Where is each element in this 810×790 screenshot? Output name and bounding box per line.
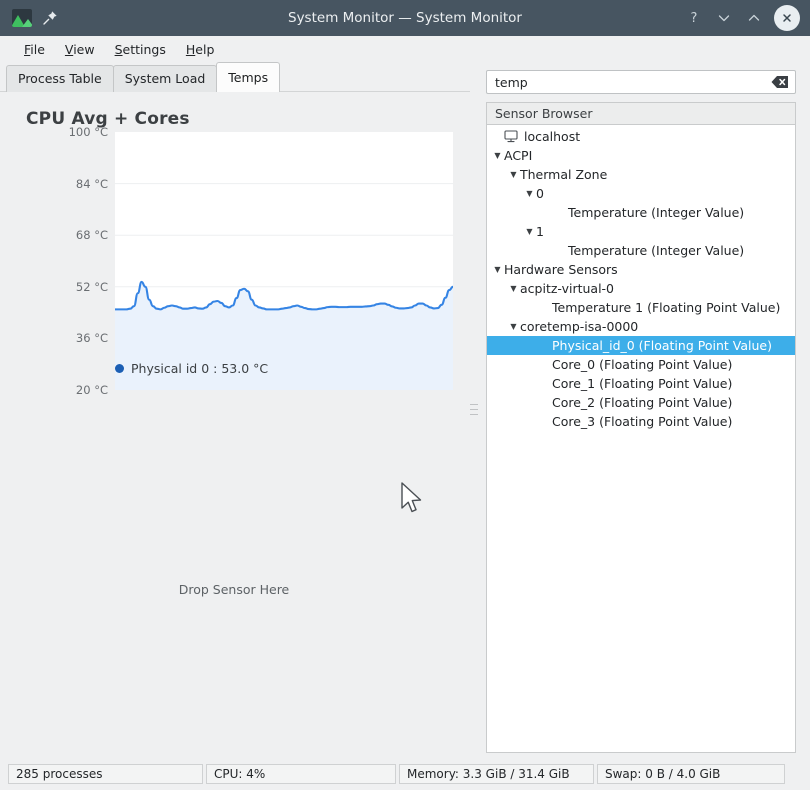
tree-item-label: coretemp-isa-0000 — [520, 319, 639, 334]
tree-item-label: Core_1 (Floating Point Value) — [552, 376, 733, 391]
tree-item-label: 1 — [536, 224, 544, 239]
window-titlebar: System Monitor — System Monitor ? — [0, 0, 810, 37]
tree-item[interactable]: localhost — [487, 127, 795, 146]
chevron-down-icon[interactable]: ▼ — [507, 165, 520, 184]
search-input[interactable] — [487, 72, 770, 92]
clear-icon[interactable] — [770, 74, 790, 90]
pin-icon[interactable] — [42, 10, 58, 26]
tree-item-label: Thermal Zone — [520, 167, 608, 182]
tree-item[interactable]: Core_0 (Floating Point Value) — [487, 355, 795, 374]
chart-app-icon — [12, 9, 32, 27]
tree-item[interactable]: Temperature (Integer Value) — [487, 203, 795, 222]
chart-y-tick: 52 °C — [75, 279, 108, 294]
tree-item-label: Temperature 1 (Floating Point Value) — [552, 300, 781, 315]
chevron-down-icon[interactable]: ▼ — [491, 146, 504, 165]
statusbar: 285 processes CPU: 4% Memory: 3.3 GiB / … — [0, 758, 810, 790]
tree-item-label: Core_0 (Floating Point Value) — [552, 357, 733, 372]
tree-item-label: Temperature (Integer Value) — [568, 243, 745, 258]
menu-help[interactable]: Help — [176, 39, 225, 60]
chevron-down-icon[interactable]: ▼ — [507, 317, 520, 336]
temperature-chart[interactable]: 100 °C 84 °C 68 °C 52 °C 36 °C 20 °C — [0, 125, 468, 420]
sensor-tree[interactable]: localhost ▼ ACPI ▼ Thermal Zone ▼ 0 Temperature… — [486, 124, 796, 753]
tree-item-label: Temperature (Integer Value) — [568, 205, 745, 220]
window-controls: ? — [680, 0, 804, 36]
chevron-down-icon[interactable]: ▼ — [491, 260, 504, 279]
tree-item-label: Hardware Sensors — [504, 262, 618, 277]
chart-y-tick: 84 °C — [75, 176, 108, 191]
status-processes: 285 processes — [8, 764, 203, 784]
menu-settings[interactable]: Settings — [105, 39, 176, 60]
menu-file[interactable]: File — [14, 39, 55, 60]
chart-y-tick: 20 °C — [75, 383, 108, 397]
chart-y-tick: 100 °C — [68, 125, 108, 139]
tree-item-label: acpitz-virtual-0 — [520, 281, 615, 296]
tree-item[interactable]: Temperature 1 (Floating Point Value) — [487, 298, 795, 317]
status-cpu: CPU: 4% — [206, 764, 396, 784]
tree-item-label: Core_2 (Floating Point Value) — [552, 395, 733, 410]
tree-item[interactable]: ▼ acpitz-virtual-0 — [487, 279, 795, 298]
chevron-down-icon[interactable]: ▼ — [523, 222, 536, 241]
help-button[interactable]: ? — [680, 4, 708, 32]
tree-item[interactable]: ▼ coretemp-isa-0000 — [487, 317, 795, 336]
tree-item[interactable]: ▼ Thermal Zone — [487, 165, 795, 184]
chart-y-axis: 100 °C 84 °C 68 °C 52 °C 36 °C 20 °C — [0, 125, 108, 397]
tabbar: Process Table System Load Temps — [6, 62, 476, 92]
tab-temps[interactable]: Temps — [216, 62, 281, 92]
tree-item[interactable]: Core_2 (Floating Point Value) — [487, 393, 795, 412]
system-monitor-window: System Monitor — System Monitor ? File V… — [0, 0, 810, 790]
minimize-button[interactable] — [710, 4, 738, 32]
tree-item-label: Physical_id_0 (Floating Point Value) — [552, 338, 772, 353]
maximize-button[interactable] — [740, 4, 768, 32]
svg-text:?: ? — [691, 11, 698, 26]
sensor-search-box[interactable] — [486, 70, 796, 94]
sensor-browser-panel: Sensor Browser localhost▼ACPI▼Thermal Zo… — [480, 64, 802, 755]
legend-color-dot — [115, 364, 124, 373]
chart-legend: Physical id 0 : 53.0 °C — [115, 361, 268, 376]
splitter-grip[interactable] — [470, 404, 478, 419]
tree-item[interactable]: Core_3 (Floating Point Value) — [487, 412, 795, 431]
tree-item[interactable]: ▼ 0 — [487, 184, 795, 203]
tree-item[interactable]: Physical_id_0 (Floating Point Value) — [487, 336, 795, 355]
close-button[interactable] — [774, 5, 800, 31]
menubar: File View Settings Help — [0, 36, 810, 62]
tree-item[interactable]: ▼ Hardware Sensors — [487, 260, 795, 279]
legend-label: Physical id 0 : 53.0 °C — [131, 361, 269, 376]
sensor-browser-header: Sensor Browser — [486, 102, 796, 124]
chart-y-tick: 68 °C — [75, 228, 108, 243]
chart-series-svg — [113, 183, 455, 391]
status-swap: Swap: 0 B / 4.0 GiB — [597, 764, 785, 784]
drop-sensor-here-label[interactable]: Drop Sensor Here — [0, 582, 468, 597]
chart-y-tick: 36 °C — [75, 331, 108, 346]
tree-item-label: Core_3 (Floating Point Value) — [552, 414, 733, 429]
status-memory: Memory: 3.3 GiB / 31.4 GiB — [399, 764, 594, 784]
tree-item[interactable]: Core_1 (Floating Point Value) — [487, 374, 795, 393]
tab-system-load[interactable]: System Load — [112, 65, 218, 92]
tab-process-table[interactable]: Process Table — [6, 65, 114, 92]
tree-item[interactable]: ▼ 1 — [487, 222, 795, 241]
menu-view[interactable]: View — [55, 39, 105, 60]
tree-item-label: ACPI — [504, 148, 533, 163]
tree-item[interactable]: Temperature (Integer Value) — [487, 241, 795, 260]
tree-item-label: localhost — [524, 129, 581, 144]
chart-plot-area — [113, 132, 455, 391]
monitor-icon — [504, 130, 519, 143]
tree-item-label: 0 — [536, 186, 544, 201]
temps-panel: CPU Avg + Cores 100 °C 84 °C 68 °C 52 °C 36 … — [0, 92, 468, 755]
chevron-down-icon[interactable]: ▼ — [507, 279, 520, 298]
pane-splitter[interactable] — [468, 92, 480, 755]
tree-item[interactable]: ▼ ACPI — [487, 146, 795, 165]
chevron-down-icon[interactable]: ▼ — [523, 184, 536, 203]
titlebar-left-icons — [0, 9, 58, 27]
